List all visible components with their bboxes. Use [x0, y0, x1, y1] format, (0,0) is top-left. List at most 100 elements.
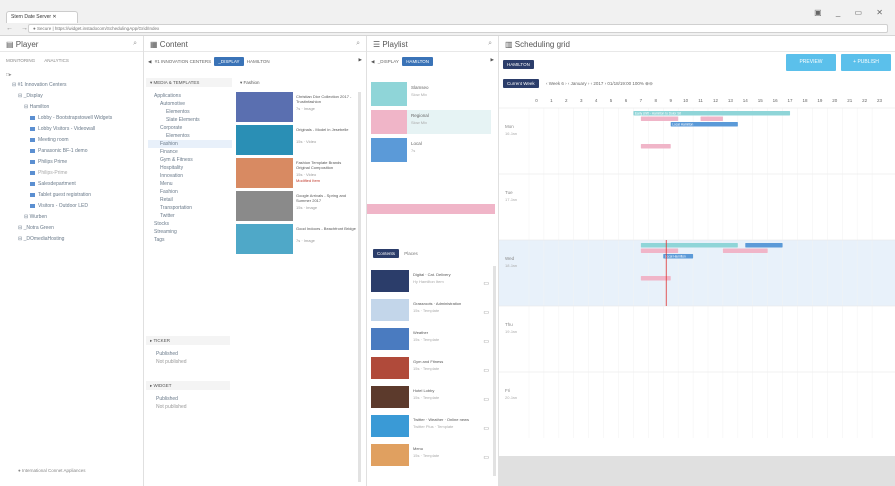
window-controls[interactable]: ▣ _ ▭ ✕ — [814, 8, 889, 17]
tree-item[interactable]: Fashion — [148, 140, 232, 148]
tree-item[interactable]: Slate Elements — [148, 116, 232, 124]
date-navigator[interactable]: ‹ Week 6 › ‹ January › ‹ 2017 › 01/18/19… — [546, 81, 653, 86]
playlist-item[interactable]: Menu 15s · Template ▭ — [371, 444, 491, 468]
tree-item[interactable]: Salesdepartment — [6, 179, 137, 190]
tree-item[interactable]: Automotive — [148, 100, 232, 108]
tree-item[interactable]: Elementos — [148, 132, 232, 140]
comment-icon[interactable]: ▭ — [483, 338, 489, 345]
tree-item[interactable]: ⊟ _Notra Green — [6, 223, 137, 234]
content-item[interactable]: Fashion Template Brands Original Composi… — [236, 158, 358, 189]
tree-item[interactable]: Tags — [148, 236, 232, 244]
content-item[interactable]: Good Indoors - Beachfront Bridge 7s · Ima… — [236, 224, 358, 255]
tree-item[interactable]: Visitors - Outdoor LED — [6, 201, 137, 212]
comment-icon[interactable]: ▭ — [483, 425, 489, 432]
tree-item[interactable]: Lobby - Bootstrapstowell Widgets — [6, 113, 137, 124]
crumb-hamilton[interactable]: HAMILTON — [247, 59, 270, 64]
playlist-slot[interactable]: Local 7s — [371, 138, 491, 162]
search-icon[interactable]: ⌕ — [133, 40, 137, 48]
comment-icon[interactable]: ▭ — [483, 280, 489, 287]
comment-icon[interactable]: ▭ — [483, 309, 489, 316]
media-header[interactable]: ▾ MEDIA & TEMPLATES — [146, 78, 232, 87]
tree-item[interactable]: Tablet guest registration — [6, 190, 137, 201]
playlist-drop-bar[interactable] — [367, 204, 495, 214]
tree-root-icon[interactable]: □▸ — [0, 70, 143, 80]
tree-item[interactable]: Philips Prime — [6, 157, 137, 168]
schedule-event[interactable] — [640, 144, 671, 149]
search-icon[interactable]: ⌕ — [488, 40, 492, 48]
scrollbar[interactable] — [493, 266, 496, 476]
schedule-event[interactable] — [640, 243, 738, 248]
tree-item[interactable]: Lobby Visitors - Videowall — [6, 124, 137, 135]
schedule-event[interactable] — [745, 243, 783, 248]
tree-item[interactable]: Corporate — [148, 124, 232, 132]
tree-item[interactable]: Fashion — [148, 188, 232, 196]
tree-item[interactable]: Gym & Fitness — [148, 156, 232, 164]
tree-item[interactable]: Twitter — [148, 212, 232, 220]
forward-icon[interactable]: ▶ — [491, 57, 494, 63]
tree-item[interactable]: Transportation — [148, 204, 232, 212]
tree-item[interactable]: ⊟ _DOmediaHosting — [6, 234, 137, 245]
tree-item[interactable]: Menu — [148, 180, 232, 188]
playlist-item[interactable]: Weather 15s · Template ▭ — [371, 328, 491, 352]
back-icon[interactable]: ◀ — [371, 59, 374, 64]
ticker-header[interactable]: ▸ TICKER — [146, 336, 230, 345]
ticker-published[interactable]: Published — [146, 350, 230, 358]
schedule-event[interactable] — [722, 248, 768, 254]
playlist-item[interactable]: Grassroots · Administration 15s · Templat… — [371, 299, 491, 323]
content-item[interactable]: Originals - Model in Jesebelle 15s · Vide… — [236, 125, 358, 156]
playlist-slot[interactable]: Regional Slow Mix — [371, 110, 491, 134]
schedule-event[interactable] — [640, 248, 679, 254]
preview-button[interactable]: PREVIEW — [786, 54, 836, 71]
crumb-display[interactable]: _DISPLAY — [378, 59, 399, 64]
tree-item[interactable]: Hospitality — [148, 164, 232, 172]
grid-crumb[interactable]: HAMILTON — [503, 60, 534, 69]
content-item[interactable]: Christian Dior Collection 2017 - Trustin… — [236, 92, 358, 123]
widget-not-published[interactable]: Not published — [146, 403, 230, 411]
publish-button[interactable]: + PUBLISH — [841, 54, 891, 71]
playlist-item[interactable]: Hotel Lobby 15s · Template ▭ — [371, 386, 491, 410]
schedule-event[interactable] — [700, 116, 723, 122]
tree-item[interactable]: Streaming — [148, 228, 232, 236]
tree-item[interactable]: Philips-Prime — [6, 168, 137, 179]
tree-item[interactable]: Finance — [148, 148, 232, 156]
playlist-slot[interactable]: Slamseo Slow Mix — [371, 82, 491, 106]
crumb-innovation[interactable]: #1 INNOVATION CENTERS — [155, 59, 211, 64]
tab-analytics[interactable]: ANALYTICS — [44, 58, 69, 63]
tree-item[interactable]: Meeting room — [6, 135, 137, 146]
schedule-grid[interactable]: 0 1 2 3 4 5 6 7 8 9 10 11 12 13 14 15 16 17 18 19 20 21 22 23Mo… — [499, 94, 895, 450]
address-bar[interactable]: ● Secure | https://widget.instadocom/Sch… — [28, 24, 888, 33]
comment-icon[interactable]: ▭ — [483, 396, 489, 403]
playlist-header: ☰ Playlist ⌕ — [367, 36, 498, 52]
current-week-button[interactable]: Current Week — [503, 79, 539, 88]
tab-monitoring[interactable]: MONITORING — [6, 58, 35, 63]
back-icon[interactable]: ◀ — [148, 59, 151, 64]
widget-header[interactable]: ▸ WIDGET — [146, 381, 230, 390]
playlist-item[interactable]: Twitter · Weather · Online news Twitter P… — [371, 415, 491, 439]
comment-icon[interactable]: ▭ — [483, 454, 489, 461]
tree-item[interactable]: Retail — [148, 196, 232, 204]
browser-tab[interactable]: Stern Date Server ✕ — [6, 11, 78, 23]
tree-item[interactable]: Applications — [148, 92, 232, 100]
widget-published[interactable]: Published — [146, 395, 230, 403]
tree-item[interactable]: ⊟ _Display — [6, 91, 137, 102]
tab-contents[interactable]: Contents — [373, 249, 400, 258]
search-icon[interactable]: ⌕ — [356, 40, 360, 48]
content-item[interactable]: Google Arrivals - Spring and Summer 2017… — [236, 191, 358, 222]
tree-item[interactable]: Innovation — [148, 172, 232, 180]
playlist-item[interactable]: Gym and Fitness 15s · Template ▭ — [371, 357, 491, 381]
playlist-item[interactable]: Digital · Cat. Delivery Hy Hamilton Item ▭ — [371, 270, 491, 294]
tree-item[interactable]: ⊟ Wurben — [6, 212, 137, 223]
tree-item[interactable]: ⊟ Hamilton — [6, 102, 137, 113]
crumb-hamilton[interactable]: HAMILTON — [402, 57, 434, 66]
tree-item[interactable]: Elementos — [148, 108, 232, 116]
ticker-not-published[interactable]: Not published — [146, 358, 230, 366]
tab-places[interactable]: Places — [404, 251, 418, 256]
comment-icon[interactable]: ▭ — [483, 367, 489, 374]
scrollbar[interactable] — [358, 92, 361, 482]
forward-icon[interactable]: ▶ — [359, 57, 362, 63]
tree-item[interactable]: Panasonic BF-1 demo — [6, 146, 137, 157]
tree-item[interactable]: Stocks — [148, 220, 232, 228]
schedule-event[interactable] — [640, 116, 679, 122]
crumb-display[interactable]: _DISPLAY — [214, 57, 244, 66]
tree-item[interactable]: ⊟ #1 Innovation Centers — [6, 80, 137, 91]
